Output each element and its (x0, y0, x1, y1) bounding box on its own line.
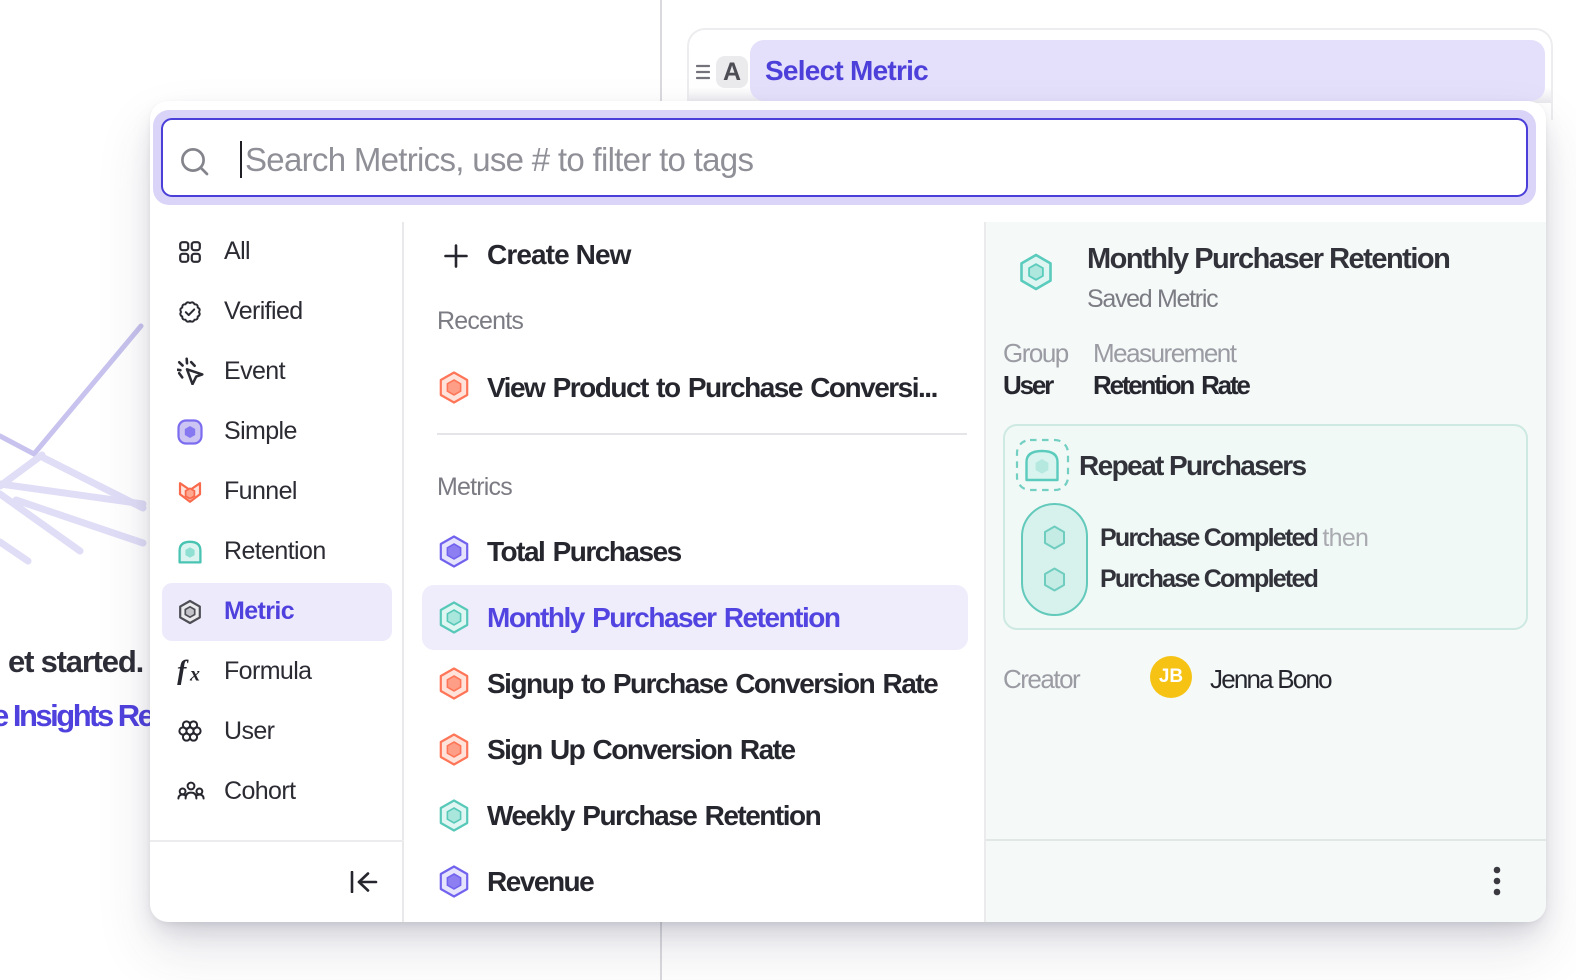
svg-text:f: f (177, 659, 189, 685)
svg-text:x: x (189, 664, 200, 686)
